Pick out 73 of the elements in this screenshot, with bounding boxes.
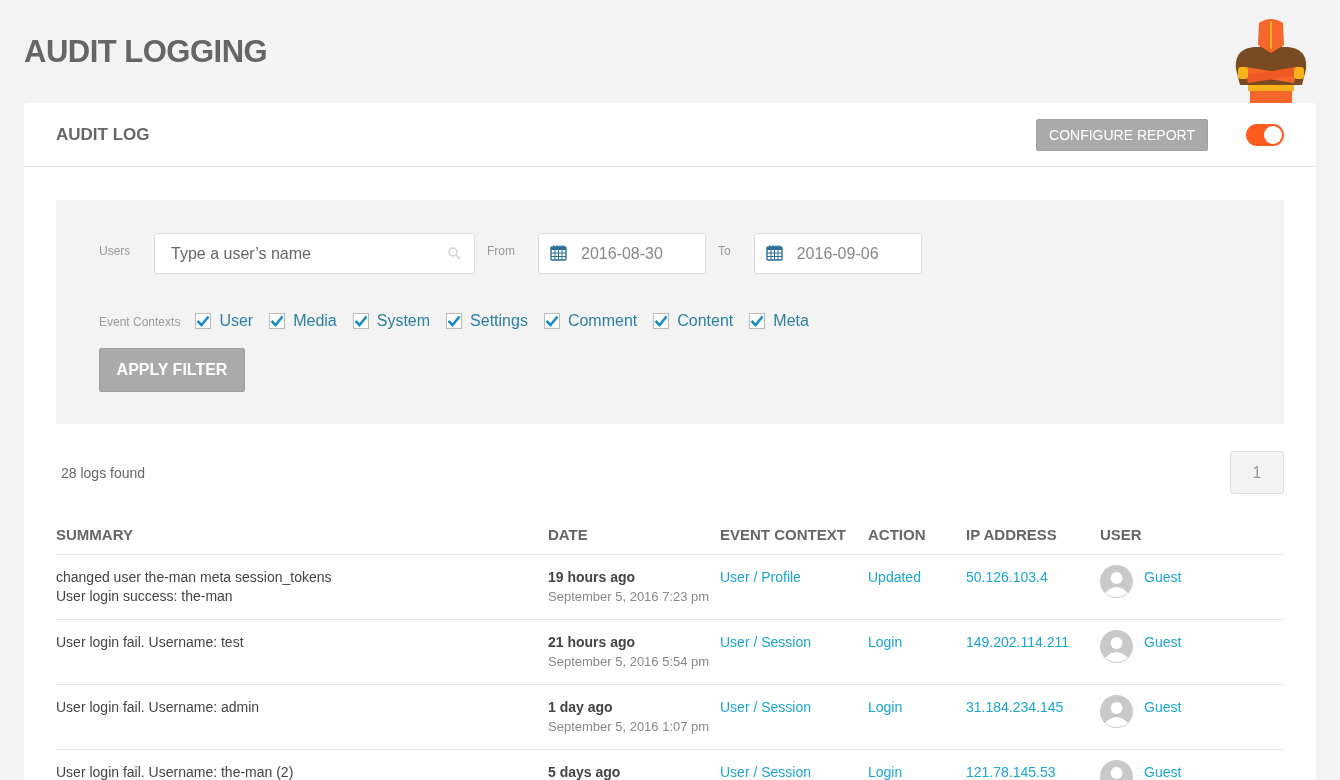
checkmark-icon bbox=[353, 315, 368, 327]
user-link[interactable]: Guest bbox=[1144, 633, 1182, 652]
checkbox[interactable] bbox=[749, 313, 766, 329]
context-link[interactable]: User / Session bbox=[720, 634, 812, 650]
checkmark-icon bbox=[447, 315, 462, 327]
checkbox-label[interactable]: Comment bbox=[567, 312, 638, 330]
date-text: September 5, 2016 5:54 pm bbox=[548, 653, 711, 671]
context-link[interactable]: User / Session bbox=[720, 764, 812, 780]
summary-text: User login success: the-man bbox=[56, 587, 234, 606]
user-link[interactable]: Guest bbox=[1144, 698, 1182, 717]
search-icon bbox=[448, 247, 461, 260]
summary-text: User login fail. Username: test bbox=[56, 633, 245, 652]
checkbox-label[interactable]: User bbox=[219, 312, 254, 330]
checkbox[interactable] bbox=[269, 313, 286, 329]
summary-text: changed user the-man meta session_tokens bbox=[56, 568, 333, 587]
context-link[interactable]: User / Session bbox=[720, 699, 812, 715]
checkmark-icon bbox=[654, 315, 669, 327]
context-link[interactable]: User / Profile bbox=[720, 569, 801, 585]
configure-report-button[interactable]: CONFIGURE REPORT bbox=[1036, 118, 1208, 151]
checkbox[interactable] bbox=[446, 313, 463, 329]
action-link[interactable]: Login bbox=[868, 634, 903, 650]
checkbox-label[interactable]: Settings bbox=[470, 312, 528, 330]
checkmark-icon bbox=[270, 315, 285, 327]
card-title: AUDIT LOG bbox=[56, 124, 151, 145]
column-header: ACTION bbox=[868, 526, 927, 543]
checkbox[interactable] bbox=[352, 313, 369, 329]
ip-link[interactable]: 149.202.114.211 bbox=[966, 634, 1070, 650]
checkbox-label[interactable]: Media bbox=[293, 312, 337, 330]
checkbox[interactable] bbox=[195, 313, 212, 329]
action-link[interactable]: Updated bbox=[868, 569, 921, 585]
avatar-icon bbox=[1100, 565, 1133, 598]
summary-text: User login fail. Username: the-man (2) bbox=[56, 763, 295, 780]
results-count: 28 logs found bbox=[61, 464, 146, 481]
page-button[interactable]: 1 bbox=[1230, 451, 1284, 494]
column-header: EVENT CONTEXT bbox=[720, 526, 847, 543]
toggle-switch[interactable] bbox=[1246, 123, 1284, 146]
field-label: From bbox=[487, 244, 515, 258]
field-label: Event Contexts bbox=[99, 315, 181, 329]
checkmark-icon bbox=[196, 315, 211, 327]
ip-link[interactable]: 121.78.145.53 bbox=[966, 764, 1056, 780]
field-label: To bbox=[718, 244, 731, 258]
column-header: SUMMARY bbox=[56, 526, 134, 543]
date-text: September 5, 2016 1:07 pm bbox=[548, 718, 711, 736]
checkmark-icon bbox=[544, 315, 559, 327]
user-link[interactable]: Guest bbox=[1144, 568, 1182, 587]
field-label: Users bbox=[99, 244, 132, 258]
avatar-icon bbox=[1100, 695, 1133, 728]
checkbox-label[interactable]: System bbox=[376, 312, 431, 330]
user-search-field[interactable]: Type a user’s name bbox=[154, 233, 475, 274]
action-link[interactable]: Login bbox=[868, 764, 903, 780]
relative-time: 19 hours ago bbox=[548, 568, 637, 587]
date-field[interactable]: 2016-09-06 bbox=[753, 233, 922, 274]
avatar-icon bbox=[1100, 630, 1133, 663]
relative-time: 5 days ago bbox=[548, 763, 622, 780]
column-header: USER bbox=[1100, 526, 1143, 543]
column-header: IP ADDRESS bbox=[966, 526, 1058, 543]
ip-link[interactable]: 50.126.103.4 bbox=[966, 569, 1048, 585]
checkbox-label[interactable]: Content bbox=[677, 312, 734, 330]
page-title: AUDIT LOGGING bbox=[24, 34, 268, 70]
action-link[interactable]: Login bbox=[868, 699, 903, 715]
apply-filter-button[interactable]: APPLY FILTER bbox=[99, 348, 245, 392]
summary-text: User login fail. Username: admin bbox=[56, 698, 261, 717]
relative-time: 21 hours ago bbox=[548, 633, 637, 652]
relative-time: 1 day ago bbox=[548, 698, 614, 717]
checkbox[interactable] bbox=[653, 313, 670, 329]
checkmark-icon bbox=[750, 315, 765, 327]
checkbox-label[interactable]: Meta bbox=[773, 312, 809, 330]
column-header: DATE bbox=[548, 526, 589, 543]
checkbox[interactable] bbox=[543, 313, 560, 329]
date-text: September 5, 2016 7:23 pm bbox=[548, 588, 711, 606]
date-field[interactable]: 2016-08-30 bbox=[538, 233, 706, 274]
user-link[interactable]: Guest bbox=[1144, 763, 1182, 780]
ip-link[interactable]: 31.184.234.145 bbox=[966, 699, 1064, 715]
